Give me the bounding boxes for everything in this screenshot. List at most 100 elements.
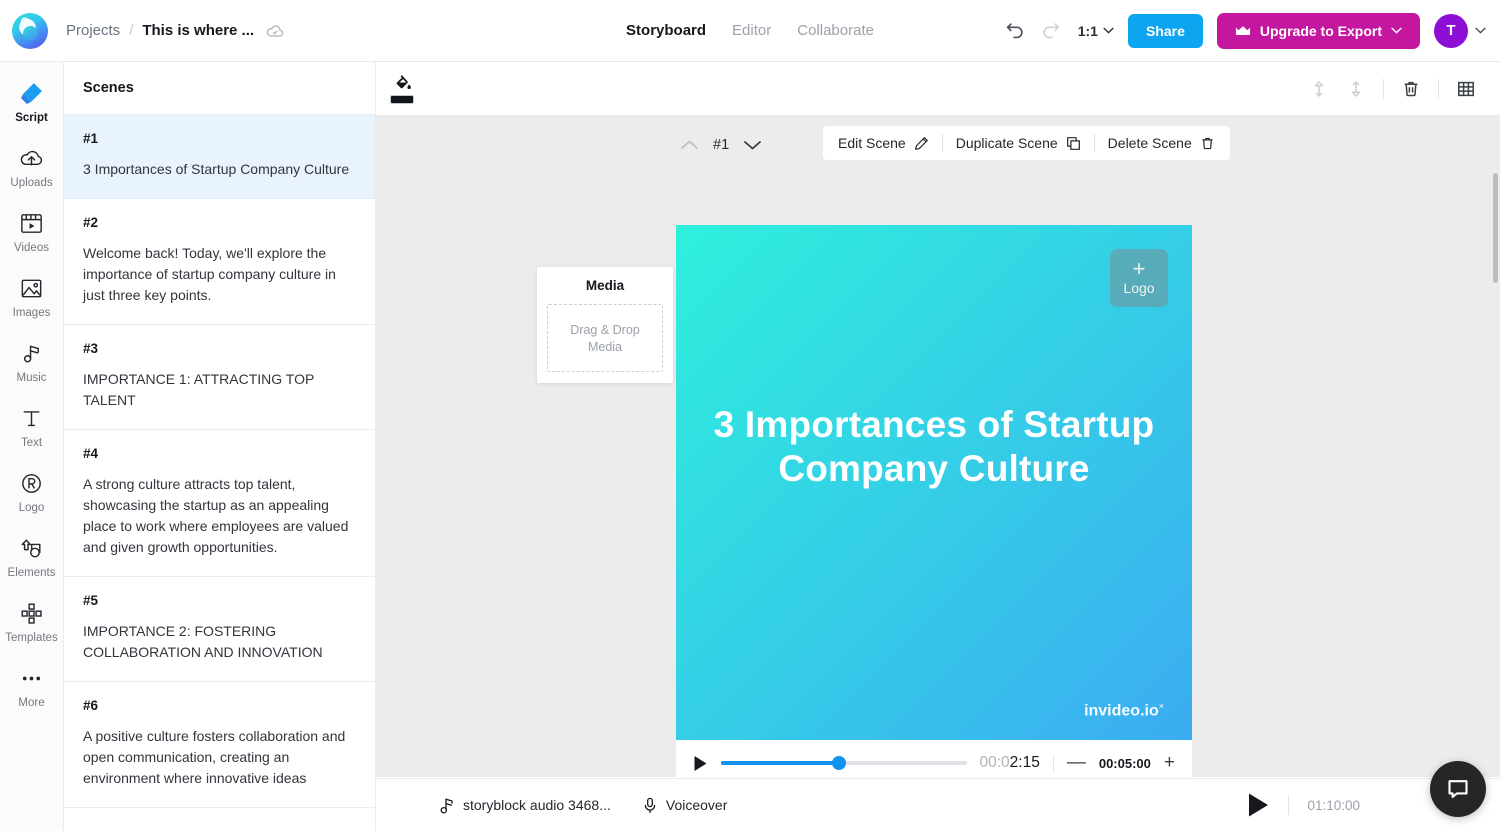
aspect-ratio-selector[interactable]: 1:1 (1078, 23, 1114, 39)
move-up-icon[interactable] (1309, 79, 1329, 99)
playback-progress-knob[interactable] (831, 756, 846, 770)
background-audio-label: storyblock audio 3468... (463, 797, 611, 813)
sidebar-item-uploads[interactable]: Uploads (0, 145, 64, 189)
fill-color-swatch[interactable] (390, 95, 414, 104)
chevron-down-icon[interactable] (743, 139, 762, 151)
aspect-ratio-value: 1:1 (1077, 22, 1098, 39)
player-divider (1052, 754, 1054, 772)
undo-icon[interactable] (1004, 20, 1026, 42)
invideo-logo-icon[interactable] (12, 12, 48, 49)
video-title-text[interactable]: 3 Importances of Startup Company Culture (676, 403, 1192, 491)
trash-icon[interactable] (1401, 79, 1421, 99)
invideo-watermark: invideo.io× (1084, 701, 1164, 720)
play-icon[interactable] (693, 755, 708, 772)
total-duration: 01:10:00 (1307, 797, 1360, 813)
templates-grid-icon (21, 603, 42, 624)
redo-icon[interactable] (1040, 20, 1062, 42)
sidebar-item-script[interactable]: Script (0, 80, 64, 124)
grid-icon[interactable] (1456, 79, 1476, 99)
logo-placeholder[interactable]: + Logo (1110, 249, 1168, 307)
playback-progress-fill (721, 761, 839, 765)
shapes-icon (21, 539, 41, 558)
duplicate-scene-button[interactable]: Duplicate Scene (956, 135, 1081, 151)
sidebar-label-music: Music (16, 372, 47, 384)
current-time-prefix: 00:0 (979, 754, 1010, 771)
scene-text: Welcome back! Today, we'll explore the i… (83, 245, 336, 303)
sidebar-item-elements[interactable]: Elements (0, 535, 64, 579)
delete-scene-button[interactable]: Delete Scene (1108, 135, 1215, 151)
background-audio-item[interactable]: storyblock audio 3468... (440, 797, 611, 814)
increase-duration-button[interactable]: + (1164, 753, 1175, 772)
scene-item-2[interactable]: #2 Welcome back! Today, we'll explore th… (64, 199, 375, 325)
sidebar-item-more[interactable]: More (0, 665, 64, 709)
sidebar-label-videos: Videos (14, 242, 49, 254)
breadcrumb-project-title[interactable]: This is where ... (142, 22, 254, 39)
current-scene-number: #1 (713, 137, 730, 153)
toolbar-divider (1383, 78, 1384, 99)
user-menu[interactable]: T (1434, 13, 1486, 48)
left-tool-rail: Script Uploads Videos Images Music Text … (0, 62, 64, 831)
scene-number: #3 (83, 341, 99, 356)
canvas-toolbar (376, 62, 1500, 115)
edit-scene-button[interactable]: Edit Scene (838, 135, 929, 151)
voiceover-label: Voiceover (665, 797, 728, 813)
move-down-icon[interactable] (1346, 79, 1366, 99)
breadcrumb-projects[interactable]: Projects (66, 22, 120, 39)
scene-text: 3 Importances of Startup Company Culture (83, 161, 350, 177)
play-icon[interactable] (1247, 792, 1270, 818)
sidebar-label-script: Script (15, 112, 48, 124)
decrease-duration-button[interactable]: — (1067, 753, 1086, 772)
tab-storyboard[interactable]: Storyboard (626, 22, 706, 39)
sidebar-label-templates: Templates (5, 632, 58, 644)
tab-collaborate[interactable]: Collaborate (797, 22, 874, 39)
playback-progress-track[interactable] (721, 756, 967, 770)
scene-item-4[interactable]: #4 A strong culture attracts top talent,… (64, 430, 375, 577)
scene-item-1[interactable]: #1 3 Importances of Startup Company Cult… (64, 115, 375, 199)
video-preview-frame[interactable]: + Logo 3 Importances of Startup Company … (676, 225, 1192, 740)
scene-item-5[interactable]: #5 IMPORTANCE 2: FOSTERING COLLABORATION… (64, 577, 375, 682)
media-dropzone[interactable]: Drag & Drop Media (547, 304, 663, 372)
scene-text: A positive culture fosters collaboration… (83, 728, 346, 786)
top-bar: Projects / This is where ... Storyboard … (0, 0, 1500, 62)
scenes-list: #1 3 Importances of Startup Company Cult… (64, 115, 375, 831)
crown-icon (1235, 25, 1250, 35)
upgrade-to-export-button[interactable]: Upgrade to Export (1216, 12, 1420, 49)
main-nav-tabs: Storyboard Editor Collaborate (626, 22, 874, 39)
chevron-down-icon (1475, 27, 1486, 34)
chat-support-button[interactable] (1430, 761, 1486, 817)
edit-scene-label: Edit Scene (838, 135, 906, 151)
chevron-down-icon (1103, 27, 1114, 34)
sidebar-item-images[interactable]: Images (0, 275, 64, 319)
delete-scene-label: Delete Scene (1107, 135, 1192, 151)
scenes-header: Scenes (64, 62, 375, 115)
tab-editor[interactable]: Editor (732, 22, 771, 39)
scene-item-6[interactable]: #6 A positive culture fosters collaborat… (64, 682, 375, 808)
text-icon (23, 411, 40, 427)
video-player-bar: 00:02:15 — 00:05:00 + (676, 740, 1192, 777)
sidebar-item-text[interactable]: Text (0, 405, 64, 449)
toolbar-divider (1438, 78, 1439, 99)
chat-bubble-icon (1448, 780, 1468, 799)
scene-number: #5 (83, 593, 99, 608)
sidebar-item-videos[interactable]: Videos (0, 210, 64, 254)
scene-text: IMPORTANCE 2: FOSTERING COLLABORATION AN… (83, 623, 323, 660)
voiceover-item[interactable]: Voiceover (643, 797, 727, 814)
sidebar-item-music[interactable]: Music (0, 340, 64, 384)
registered-logo-icon (22, 474, 41, 493)
dropzone-line-1: Drag & Drop (570, 322, 640, 337)
action-divider (1093, 134, 1095, 152)
sidebar-label-elements: Elements (7, 567, 56, 579)
share-button[interactable]: Share (1127, 13, 1203, 48)
sidebar-item-templates[interactable]: Templates (0, 600, 64, 644)
chevron-up-icon[interactable] (680, 139, 699, 151)
scene-item-3[interactable]: #3 IMPORTANCE 1: ATTRACTING TOP TALENT (64, 325, 375, 430)
scene-number: #2 (83, 215, 99, 230)
dropzone-line-2: Media (587, 339, 623, 354)
music-note-icon (23, 345, 39, 363)
canvas-stage: #1 Edit Scene Duplicate Scene Delete Sce… (376, 115, 1500, 777)
canvas-scrollbar[interactable] (1493, 173, 1498, 283)
upgrade-label: Upgrade to Export (1259, 22, 1382, 39)
sidebar-item-logo[interactable]: Logo (0, 470, 64, 514)
canvas-area: #1 Edit Scene Duplicate Scene Delete Sce… (376, 62, 1500, 831)
fill-color-tool[interactable] (390, 73, 414, 104)
